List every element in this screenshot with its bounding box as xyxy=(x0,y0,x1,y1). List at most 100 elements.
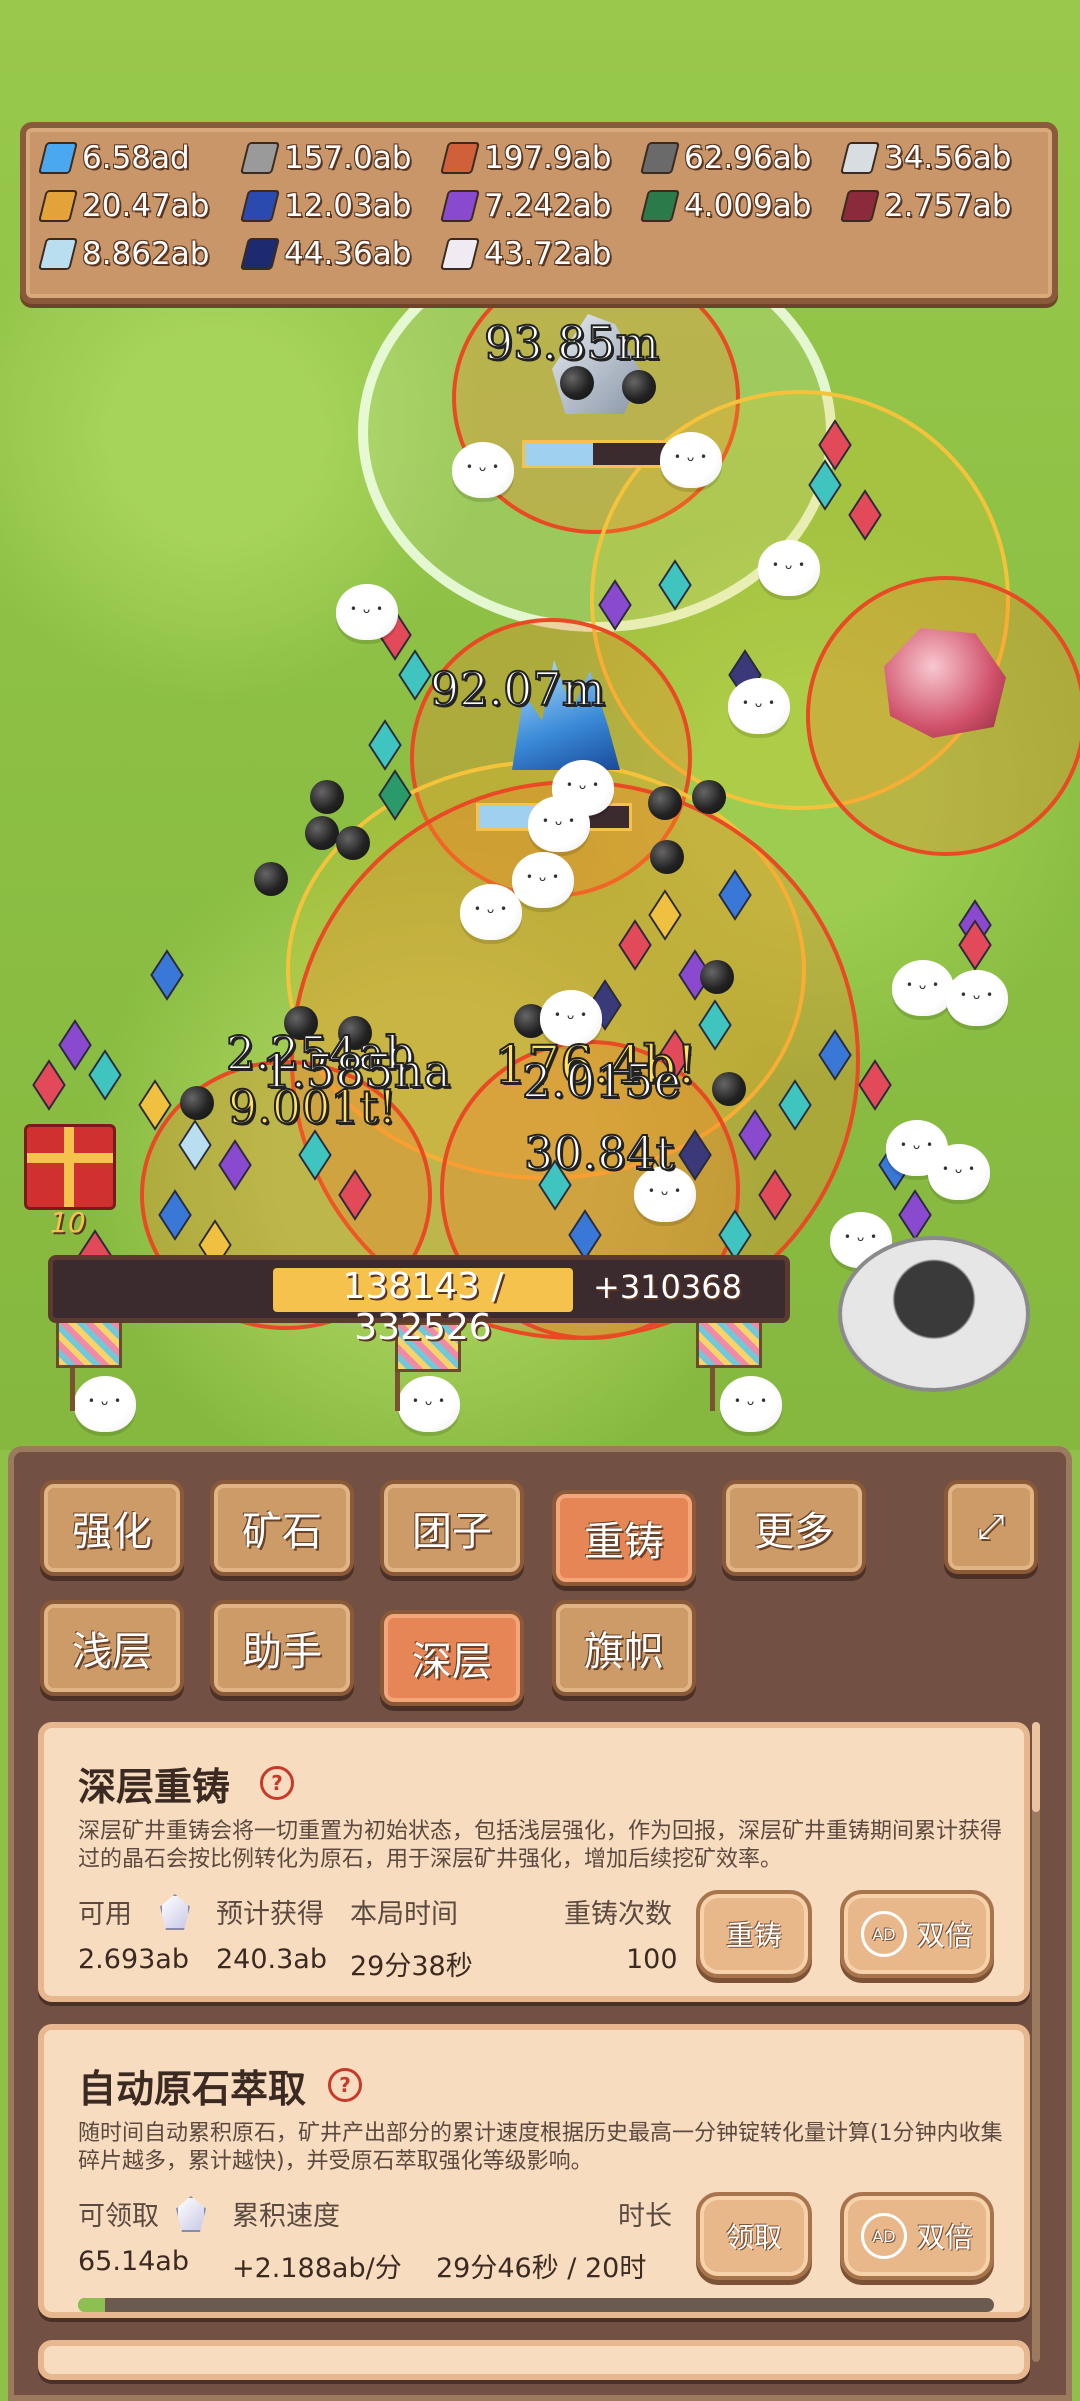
gray-ingot-icon xyxy=(240,142,280,174)
dango-helper[interactable] xyxy=(74,1376,136,1432)
dango-helper[interactable] xyxy=(892,960,954,1016)
dango-helper[interactable] xyxy=(460,884,522,940)
resource-amount: 2.757ab xyxy=(884,188,1012,224)
extract-progress-fill xyxy=(78,2298,106,2312)
resource-amount: 157.0ab xyxy=(284,140,412,176)
damage-number: 30.84t xyxy=(523,1125,675,1181)
card-description: 随时间自动累积原石，矿井产出部分的累计速度根据历史最高一分钟锭转化量计算(1分钟… xyxy=(78,2121,1003,2174)
tab-flags[interactable]: 旗帜 xyxy=(552,1600,696,1696)
tab-dango[interactable]: 团子 xyxy=(380,1480,524,1576)
resource-item: 4.009ab xyxy=(640,188,812,224)
ore-fragment[interactable] xyxy=(150,949,184,1001)
value-rate: +2.188ab/分 xyxy=(232,2253,402,2284)
dango-helper[interactable] xyxy=(660,432,722,488)
dango-helper[interactable] xyxy=(720,1376,782,1432)
value-duration: 29分46秒 / 20时 xyxy=(436,2253,647,2284)
dango-helper[interactable] xyxy=(452,442,514,498)
resource-amount: 6.58ad xyxy=(82,140,190,176)
rainbow-flag-icon[interactable] xyxy=(696,1318,762,1368)
bomb xyxy=(310,780,344,814)
resource-amount: 8.862ab xyxy=(82,236,210,272)
tab-more[interactable]: 更多 xyxy=(722,1480,866,1576)
dango-helper[interactable] xyxy=(528,796,590,852)
resource-item: 44.36ab xyxy=(240,236,412,272)
double-button-label: 双倍 xyxy=(916,1919,973,1952)
bomb xyxy=(712,1072,746,1106)
game-field[interactable]: 93.85m 92.07m 2.254ab 1.585na 9.001t! 17… xyxy=(0,0,1080,1450)
mine-health-bar xyxy=(522,440,678,468)
card-title: 深层重铸 xyxy=(78,1765,231,1809)
reforge-button[interactable]: 重铸 xyxy=(696,1890,812,1978)
damage-number: 9.001t! xyxy=(227,1079,398,1135)
bomb xyxy=(305,816,339,850)
label-available: 可用 xyxy=(78,1899,132,1930)
copper-ingot-icon xyxy=(440,142,480,174)
resource-item: 8.862ab xyxy=(38,236,210,272)
resource-item: 197.9ab xyxy=(440,140,611,176)
dango-helper[interactable] xyxy=(928,1144,990,1200)
bomb xyxy=(648,786,682,820)
tab-assistant[interactable]: 助手 xyxy=(210,1600,354,1696)
dango-helper[interactable] xyxy=(512,852,574,908)
ore-fragment[interactable] xyxy=(88,1049,122,1101)
extract-progress-bar xyxy=(78,2298,994,2312)
dango-helper[interactable] xyxy=(728,678,790,734)
claim-button-label: 领取 xyxy=(725,2221,782,2254)
label-expected: 预计获得 xyxy=(216,1899,324,1930)
value-session-time: 29分38秒 xyxy=(350,1951,473,1982)
stone-well[interactable] xyxy=(838,1236,1030,1392)
ore-fragment[interactable] xyxy=(858,1059,892,1111)
resource-item: 12.03ab xyxy=(240,188,412,224)
value-expected: 240.3ab xyxy=(216,1944,327,1975)
ore-fragment[interactable] xyxy=(58,1019,92,1071)
resource-amount: 7.242ab xyxy=(484,188,612,224)
panel-scrollbar-thumb[interactable] xyxy=(1032,1722,1040,1812)
ore-fragment[interactable] xyxy=(32,1059,66,1111)
resource-bar: 6.58ad 157.0ab 197.9ab 62.96ab 34.56ab 20.47a… xyxy=(20,122,1058,304)
label-reforge-count: 重铸次数 xyxy=(564,1899,672,1930)
resource-amount: 20.47ab xyxy=(82,188,210,224)
label-session-time: 本局时间 xyxy=(350,1899,458,1930)
dango-helper[interactable] xyxy=(336,584,398,640)
resource-item: 62.96ab xyxy=(640,140,811,176)
fullscreen-button[interactable]: ⤢ xyxy=(944,1480,1038,1574)
help-icon[interactable]: ? xyxy=(260,1766,294,1800)
dango-helper[interactable] xyxy=(758,540,820,596)
double-reforge-button[interactable]: AD 双倍 xyxy=(840,1890,994,1978)
dango-helper[interactable] xyxy=(946,970,1008,1026)
ice-ingot-icon xyxy=(38,238,78,270)
gift-box-icon[interactable] xyxy=(24,1124,116,1210)
bomb xyxy=(254,862,288,896)
label-duration: 时长 xyxy=(618,2201,672,2232)
damage-number: 92.07m xyxy=(429,661,606,717)
tab-ore[interactable]: 矿石 xyxy=(210,1480,354,1576)
double-claim-button[interactable]: AD 双倍 xyxy=(840,2192,994,2280)
bomb xyxy=(650,840,684,874)
panel-scrollbar-track[interactable] xyxy=(1032,1722,1040,2362)
auto-extract-card: 自动原石萃取 ? 随时间自动累积原石，矿井产出部分的累计速度根据历史最高一分钟锭… xyxy=(38,2024,1030,2318)
tab-deep[interactable]: 深层 xyxy=(380,1610,524,1706)
progress-gain: +310368 xyxy=(593,1268,742,1306)
claim-button[interactable]: 领取 xyxy=(696,2192,812,2280)
white-ingot-icon xyxy=(440,238,480,270)
value-available: 2.693ab xyxy=(78,1944,189,1975)
ad-icon: AD xyxy=(860,2213,907,2259)
ore-fragment[interactable] xyxy=(368,719,402,771)
tab-shallow[interactable]: 浅层 xyxy=(40,1600,184,1696)
rainbow-flag-icon[interactable] xyxy=(56,1318,122,1368)
tab-strengthen[interactable]: 强化 xyxy=(40,1480,184,1576)
tab-reforge[interactable]: 重铸 xyxy=(552,1490,696,1586)
dango-helper[interactable] xyxy=(398,1376,460,1432)
ore-fragment[interactable] xyxy=(898,1189,932,1241)
dark-gray-ingot-icon xyxy=(640,142,680,174)
resource-amount: 12.03ab xyxy=(284,188,412,224)
bomb xyxy=(336,826,370,860)
resource-amount: 44.36ab xyxy=(284,236,412,272)
help-icon[interactable]: ? xyxy=(328,2068,362,2102)
value-reforge-count: 100 xyxy=(626,1944,678,1975)
label-claimable: 可领取 xyxy=(78,2201,159,2232)
resource-item: 157.0ab xyxy=(240,140,412,176)
resource-item: 6.58ad xyxy=(38,140,190,176)
resource-amount: 4.009ab xyxy=(684,188,812,224)
progress-text: 138143 / 332526 xyxy=(342,1266,504,1348)
